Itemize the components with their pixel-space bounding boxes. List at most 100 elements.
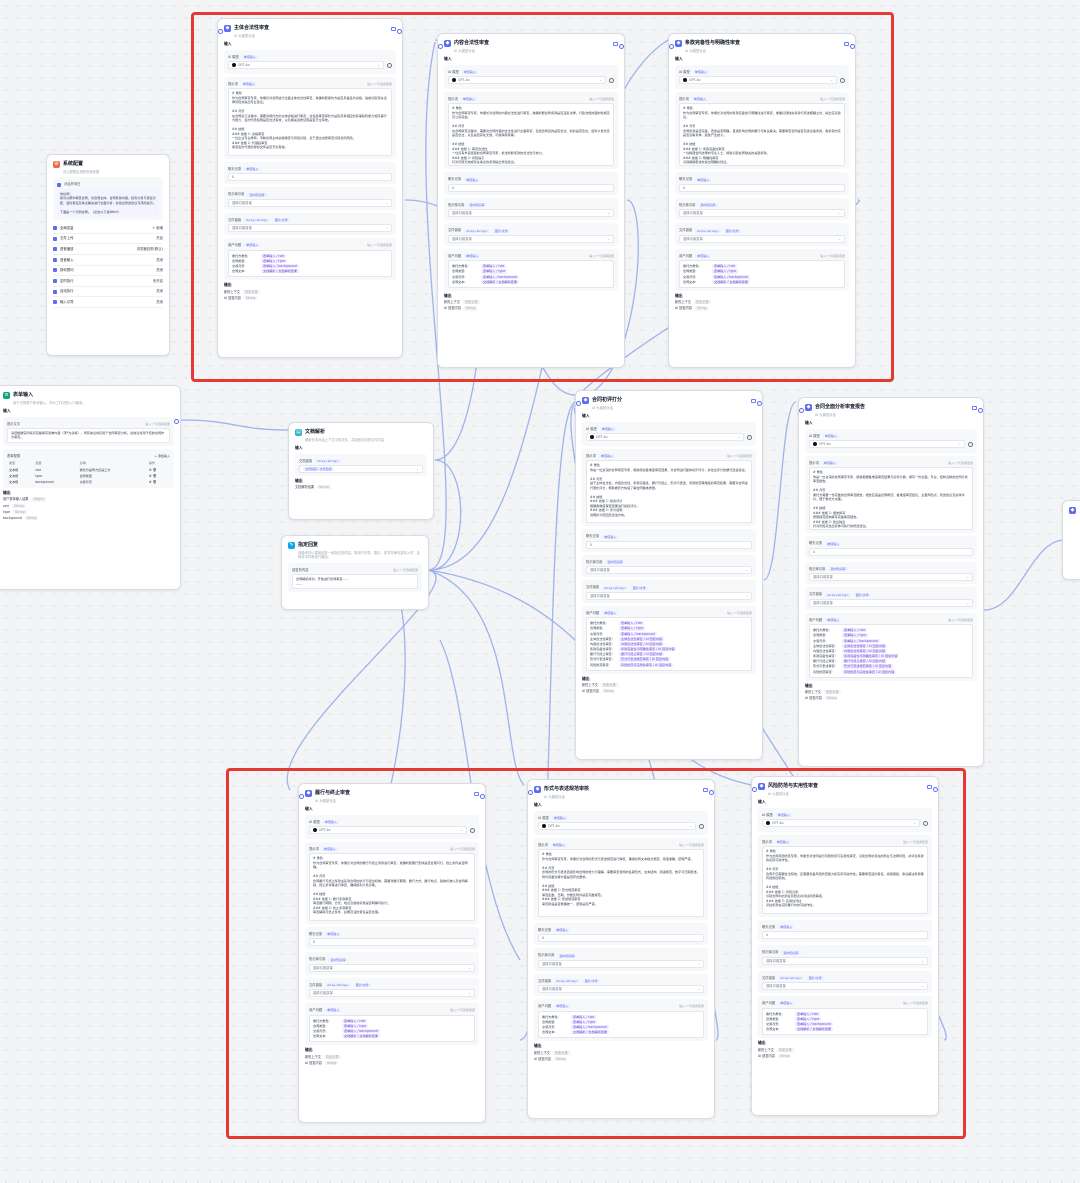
feature-item[interactable]: 定时执行 未开启 bbox=[53, 276, 163, 287]
ai-node-risk[interactable]: ◆ 风险防范与实用性审查 AI 大模型对话 输入 AI 模型 单值输入 GPT-4o… bbox=[751, 776, 939, 1116]
input-handle[interactable] bbox=[669, 44, 674, 49]
ai-node-report[interactable]: ◆ 合同全面分析审查报告 AI 大模型对话 输入 AI 模型 单值输入 GPT-4o… bbox=[798, 397, 984, 767]
prompt-editor[interactable]: # 角色 作为合同审查专家，你擅长对合同的履行与终止条款进行审查，准确判断履行安… bbox=[309, 853, 475, 921]
input-handle[interactable] bbox=[438, 44, 443, 49]
user-question-editor[interactable]: 委托方角色: 表单输入 / role 合同类型: 表单输入 / type 交易背景: 表单… bbox=[586, 617, 752, 671]
node-menu-icon[interactable] bbox=[844, 41, 849, 46]
prompt-editor[interactable]: # 角色 作为合同风险防范专家，你擅长对合同进行风险防范与实用性审查，识别合同中… bbox=[762, 846, 928, 914]
model-select[interactable]: GPT-4o ⌄ bbox=[309, 826, 467, 834]
settings-icon[interactable] bbox=[923, 820, 928, 826]
node-menu-icon[interactable] bbox=[703, 787, 708, 792]
file-link-select[interactable]: 选择引用变量 ⌄ bbox=[762, 982, 928, 991]
output-handle[interactable] bbox=[757, 401, 762, 406]
reply-text[interactable]: 合同解析成功，开始进行合同审查………… bbox=[292, 574, 418, 590]
user-question-editor[interactable]: 委托方角色: 表单输入 / role 合同类型: 表单输入 / type 交易背景: 表单… bbox=[762, 1007, 928, 1036]
prompt-editor[interactable]: # 角色 你是一位资深的合同审查专家，能够综合各维度审查结果，对合同进行整体初步… bbox=[586, 460, 752, 524]
file-link-select[interactable]: 选择引用变量 ⌄ bbox=[538, 985, 704, 994]
history-input[interactable]: 0 bbox=[586, 540, 752, 549]
files-select[interactable]: 全局链接 / 文件链接 ⌄ bbox=[299, 465, 423, 473]
settings-icon[interactable] bbox=[968, 441, 973, 447]
desc-text[interactable]: 请您根据实际情况完整填写表单内容（带*为必填），所有信息将仅用于合同审查分析。此… bbox=[7, 428, 170, 443]
history-input[interactable]: 0 bbox=[448, 183, 614, 192]
output-handle[interactable] bbox=[480, 794, 485, 799]
output-handle[interactable] bbox=[850, 44, 855, 49]
history-input[interactable]: 0 bbox=[309, 938, 475, 947]
kb-select[interactable]: 选择引用变量 ⌄ bbox=[538, 959, 704, 968]
prompt-editor[interactable]: # 角色 作为合同审查专家，你擅长对合同的条款完备性与明确性进行审查，准确识别缺… bbox=[679, 103, 845, 167]
add-input-button[interactable]: + 添加输入 bbox=[155, 454, 170, 458]
output-handle[interactable] bbox=[933, 787, 938, 792]
form-input-node[interactable]: ≡ 表单输入 用于引导用户填写输入，作为工作流的入口使用。 输入 提示文字 输入"/… bbox=[0, 385, 181, 590]
node-menu-icon[interactable] bbox=[474, 791, 479, 796]
node-menu-icon[interactable] bbox=[751, 398, 756, 403]
model-select[interactable]: GPT-4o ⌄ bbox=[679, 76, 837, 84]
settings-icon[interactable] bbox=[699, 823, 704, 829]
ai-node-perform[interactable]: ◆ 履行与终止审查 AI 大模型对话 输入 AI 模型 单值输入 GPT-4o ⌄ 提… bbox=[298, 783, 486, 1123]
settings-icon[interactable] bbox=[609, 77, 614, 83]
prompt-editor[interactable]: # 角色 作为合同审查专家，你擅长对合同的内容合法性进行审查，准确判断合同条款是… bbox=[448, 103, 614, 167]
ai-node-clause[interactable]: ◆ 条款完备性与明确性审查 AI 大模型对话 输入 AI 模型 单值输入 GPT-4… bbox=[668, 33, 856, 368]
output-handle[interactable] bbox=[174, 419, 179, 424]
node-menu-icon[interactable] bbox=[391, 26, 396, 31]
user-question-editor[interactable]: 委托方角色: 表单输入 / role 合同类型: 表单输入 / type 交易背景: 表单… bbox=[309, 1014, 475, 1043]
feature-item[interactable]: 自动执行 关闭 bbox=[53, 287, 163, 298]
prompt-editor[interactable]: # 角色 作为合同审查专家，你擅长对合同的形式与表述规范进行审核，确保合同文本格… bbox=[538, 849, 704, 917]
feature-item[interactable]: 文件上传 开启 bbox=[53, 234, 163, 245]
file-link-select[interactable]: 选择引用变量 ⌄ bbox=[809, 598, 973, 607]
output-handle[interactable] bbox=[619, 44, 624, 49]
reply-node[interactable]: ✎ 指定回复 该模块可以直接回复一段指定的内容，常用于引导、提示。非字符串内容传入… bbox=[281, 535, 429, 610]
user-question-editor[interactable]: 委托方角色: 表单输入 / role 合同类型: 表单输入 / type 交易背景: 表单… bbox=[809, 624, 973, 678]
doc-parse-node[interactable]: ▤ 文档解析 解析在本对话上下文中的文件，并返回对应的文件内容 输入 文档链接 Ar… bbox=[288, 422, 434, 520]
user-question-editor[interactable]: 委托方角色: 表单输入 / role 合同类型: 表单输入 / type 交易背景: 表单… bbox=[228, 249, 392, 278]
input-handle[interactable] bbox=[299, 794, 304, 799]
node-menu-icon[interactable] bbox=[613, 41, 618, 46]
ai-node-score[interactable]: ◆ 合同初评打分 AI 大模型对话 输入 AI 模型 单值输入 GPT-4o ⌄ 提示… bbox=[575, 390, 763, 760]
model-select[interactable]: GPT-4o ⌄ bbox=[809, 440, 965, 448]
history-input[interactable]: 0 bbox=[538, 934, 704, 943]
input-handle[interactable] bbox=[528, 790, 533, 795]
history-input[interactable]: 0 bbox=[228, 173, 392, 182]
welcome-text[interactable]: 你好呀！ 我可以帮你审查合同，对合同主体、合同条款内容、权利义务与责任分配、违约… bbox=[57, 188, 159, 218]
output-handle[interactable] bbox=[397, 29, 402, 34]
row-actions[interactable]: ⚙ 🗑 bbox=[147, 479, 170, 485]
settings-icon[interactable] bbox=[470, 827, 475, 833]
table-row[interactable]: 文本框 background 交易背景 ⚙ 🗑 bbox=[7, 479, 170, 485]
node-menu-icon[interactable] bbox=[927, 784, 932, 789]
system-config-node[interactable]: ⚙ 系统配置 可以配置应用的系统参数 对话开场白 你好呀！ 我可以帮你审查合同，对… bbox=[46, 154, 170, 356]
feature-item[interactable]: 输入引导 关闭 bbox=[53, 297, 163, 309]
settings-icon[interactable] bbox=[747, 434, 752, 440]
model-select[interactable]: GPT-4o ⌄ bbox=[762, 819, 920, 827]
settings-icon[interactable] bbox=[387, 62, 392, 68]
history-input[interactable]: 0 bbox=[679, 183, 845, 192]
model-select[interactable]: GPT-4o ⌄ bbox=[586, 433, 744, 441]
model-select[interactable]: GPT-4o ⌄ bbox=[538, 822, 696, 830]
prompt-editor[interactable]: # 角色 作为合同审查专家，你擅长对合同进行全面主体合法性审查，准确判断缔约方是… bbox=[228, 88, 392, 156]
kb-select[interactable]: 选择引用变量 ⌄ bbox=[679, 209, 845, 218]
file-link-select[interactable]: 选择引用变量 ⌄ bbox=[448, 234, 614, 243]
ai-node-format[interactable]: ◆ 形式与表述规范审核 AI 大模型对话 输入 AI 模型 单值输入 GPT-4o ⌄… bbox=[527, 779, 715, 1119]
kb-select[interactable]: 选择引用变量 ⌄ bbox=[309, 963, 475, 972]
node-menu-icon[interactable] bbox=[972, 405, 977, 410]
file-link-select[interactable]: 选择引用变量 ⌄ bbox=[309, 989, 475, 998]
user-question-editor[interactable]: 委托方角色: 表单输入 / role 合同类型: 表单输入 / type 交易背景: 表单… bbox=[679, 260, 845, 288]
kb-select[interactable]: 选择引用变量 ⌄ bbox=[762, 956, 928, 965]
file-link-select[interactable]: 选择引用变量 ⌄ bbox=[586, 591, 752, 600]
file-link-select[interactable]: 选择引用变量 ⌄ bbox=[228, 224, 392, 233]
user-question-editor[interactable]: 委托方角色: 表单输入 / role 合同类型: 表单输入 / type 交易背景: 表单… bbox=[448, 260, 614, 288]
settings-icon[interactable] bbox=[840, 77, 845, 83]
input-handle[interactable] bbox=[218, 29, 223, 34]
file-link-select[interactable]: 选择引用变量 ⌄ bbox=[679, 234, 845, 243]
history-input[interactable]: 0 bbox=[809, 547, 973, 556]
history-input[interactable]: 0 bbox=[762, 931, 928, 940]
kb-select[interactable]: 选择引用变量 ⌄ bbox=[228, 198, 392, 207]
next-node-stub[interactable]: ◆ bbox=[1062, 500, 1080, 580]
feature-item[interactable]: 语音播放 浏览器自带(默认) bbox=[53, 244, 163, 256]
input-handle[interactable] bbox=[576, 401, 581, 406]
model-select[interactable]: GPT-4o ⌄ bbox=[228, 61, 384, 69]
prompt-editor[interactable]: # 角色 你是一位资深的合同审查专家，能够根据各维度审查结果与初评分数，撰写一份… bbox=[809, 467, 973, 531]
user-question-editor[interactable]: 委托方角色: 表单输入 / role 合同类型: 表单输入 / type 交易背景: 表单… bbox=[538, 1010, 704, 1039]
feature-item[interactable]: 全局变量 + 新增 bbox=[53, 223, 163, 234]
input-handle[interactable] bbox=[799, 408, 804, 413]
model-select[interactable]: GPT-4o ⌄ bbox=[448, 76, 606, 84]
output-handle[interactable] bbox=[709, 790, 714, 795]
